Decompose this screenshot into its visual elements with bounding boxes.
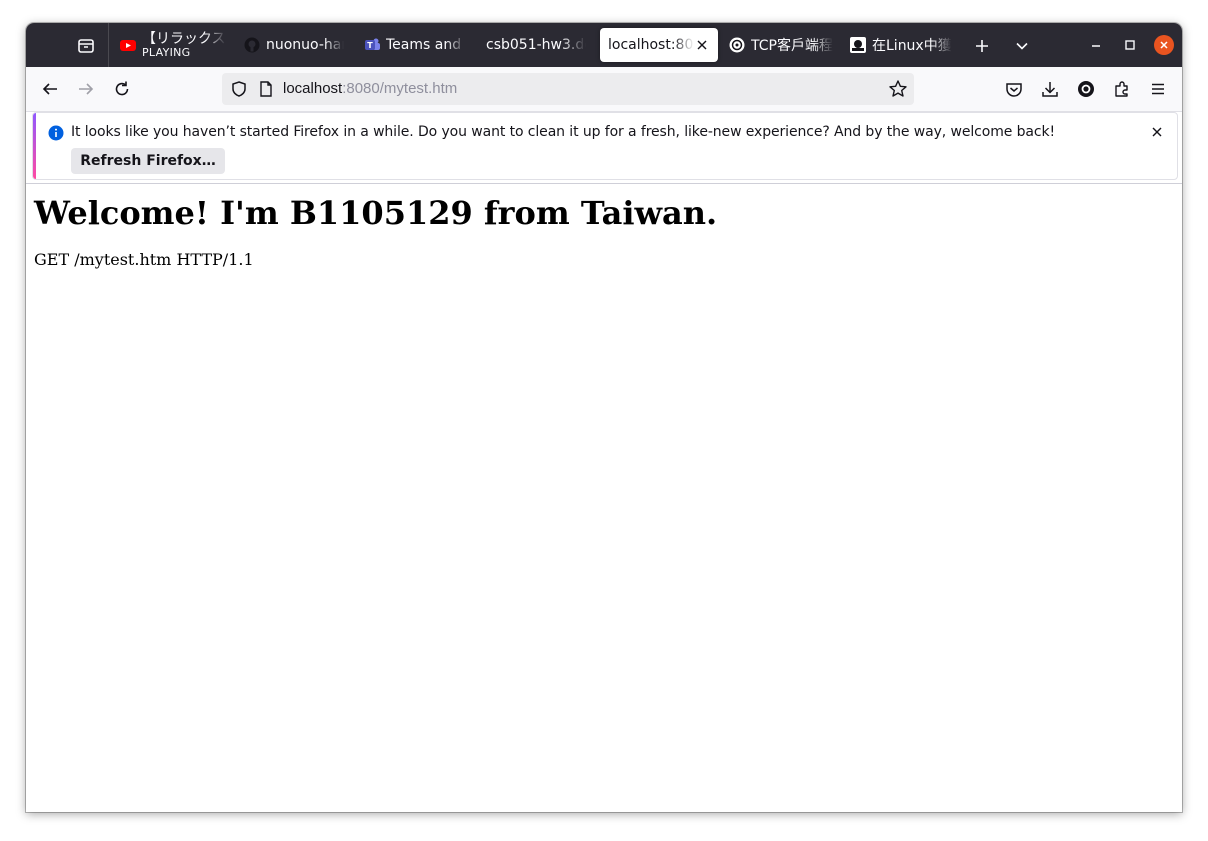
- site-icon: [850, 37, 866, 53]
- firefox-view-icon[interactable]: [75, 35, 97, 57]
- navigation-toolbar: localhost:8080/mytest.htm: [26, 67, 1182, 112]
- url-host: localhost: [283, 80, 343, 97]
- tab-label: localhost:8080: [608, 37, 694, 53]
- close-window-icon[interactable]: [1154, 35, 1174, 55]
- tab-label: csb051-hw3.do: [486, 37, 586, 53]
- page-info-icon[interactable]: [258, 80, 274, 98]
- close-notification-icon[interactable]: [1151, 126, 1163, 138]
- tracking-protection-icon[interactable]: [230, 80, 248, 98]
- tab-label: 在Linux中獲: [872, 38, 952, 54]
- account-icon[interactable]: [1075, 78, 1097, 100]
- tab-label: nuonuo-han: [266, 37, 344, 53]
- svg-text:T: T: [367, 41, 373, 50]
- menu-icon[interactable]: [1147, 78, 1169, 100]
- tab-label: 【リラックス: [142, 31, 226, 47]
- browser-window: 【リラックス PLAYING nuonuo-han T Teams and C …: [26, 23, 1182, 812]
- tab-chatgpt[interactable]: TCP客戶端程: [729, 28, 833, 62]
- notification-bar: It looks like you haven’t started Firefo…: [32, 112, 1178, 180]
- maximize-icon[interactable]: [1120, 35, 1140, 55]
- back-icon[interactable]: [39, 78, 61, 100]
- forward-icon[interactable]: [75, 78, 97, 100]
- tab-teams[interactable]: T Teams and C: [364, 28, 466, 62]
- notification-message: It looks like you haven’t started Firefo…: [71, 124, 1055, 140]
- page-heading: Welcome! I'm B1105129 from Taiwan.: [34, 194, 718, 232]
- bookmark-star-icon[interactable]: [888, 79, 908, 99]
- tab-label: Teams and C: [386, 37, 466, 53]
- tab-linux-article[interactable]: 在Linux中獲: [850, 28, 954, 62]
- teams-icon: T: [364, 37, 380, 53]
- extensions-icon[interactable]: [1111, 78, 1133, 100]
- youtube-icon: [120, 37, 136, 53]
- notification-accent: [33, 113, 36, 179]
- refresh-firefox-button[interactable]: Refresh Firefox…: [71, 148, 225, 174]
- url-bar[interactable]: localhost:8080/mytest.htm: [222, 73, 914, 105]
- page-content: Welcome! I'm B1105129 from Taiwan. GET /…: [26, 184, 1182, 812]
- url-path: :8080/mytest.htm: [342, 80, 458, 97]
- playing-indicator: PLAYING: [142, 46, 191, 59]
- tab-localhost[interactable]: localhost:8080: [600, 28, 718, 62]
- pocket-icon[interactable]: [1003, 78, 1025, 100]
- tab-label: TCP客戶端程: [751, 38, 833, 54]
- downloads-icon[interactable]: [1039, 78, 1061, 100]
- minimize-icon[interactable]: [1086, 35, 1106, 55]
- chatgpt-icon: [729, 37, 745, 53]
- tab-document[interactable]: csb051-hw3.do: [486, 28, 586, 62]
- github-icon: [244, 37, 260, 53]
- close-tab-icon[interactable]: [696, 39, 708, 51]
- info-icon: [48, 125, 64, 141]
- tab-github[interactable]: nuonuo-han: [244, 28, 344, 62]
- tab-youtube[interactable]: 【リラックス PLAYING: [120, 28, 230, 62]
- tab-strip: 【リラックス PLAYING nuonuo-han T Teams and C …: [26, 23, 1182, 67]
- reload-icon[interactable]: [111, 78, 133, 100]
- url-text[interactable]: localhost:8080/mytest.htm: [283, 80, 457, 97]
- list-all-tabs-icon[interactable]: [1011, 35, 1033, 57]
- request-line: GET /mytest.htm HTTP/1.1: [34, 250, 254, 269]
- new-tab-icon[interactable]: [971, 35, 993, 57]
